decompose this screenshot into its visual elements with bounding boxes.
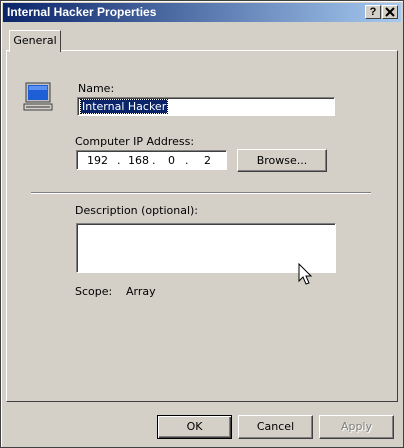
browse-button[interactable]: Browse... (237, 149, 327, 172)
title-bar[interactable]: Internal Hacker Properties ? (3, 3, 401, 22)
apply-button-label: Apply (340, 420, 373, 433)
description-label: Description (optional): (75, 204, 199, 217)
section-divider (31, 192, 371, 194)
scope-value: Array (126, 285, 156, 298)
close-button[interactable] (382, 5, 398, 19)
name-label: Name: (78, 82, 114, 95)
computer-icon (23, 82, 53, 111)
ok-button-label: OK (186, 420, 203, 433)
browse-button-label: Browse... (256, 154, 308, 167)
window-title: Internal Hacker Properties (7, 5, 157, 19)
tab-general[interactable]: General (9, 30, 61, 52)
ip-separator: . (117, 154, 121, 167)
help-button[interactable]: ? (365, 5, 381, 19)
cancel-button-label: Cancel (256, 420, 295, 433)
name-field-value: Internal Hacker (79, 99, 169, 114)
ip-octet-2: 168 (128, 154, 149, 167)
ip-label: Computer IP Address: (75, 135, 195, 148)
name-label-text: Name: (78, 82, 115, 95)
ip-separator: . (185, 154, 189, 167)
ip-octet-1: 192 (87, 154, 108, 167)
ok-button[interactable]: OK (157, 415, 232, 439)
tab-general-label: General (13, 34, 57, 47)
cancel-button[interactable]: Cancel (238, 415, 313, 439)
apply-button[interactable]: Apply (319, 415, 394, 439)
name-field[interactable]: Internal Hacker (77, 97, 335, 116)
scope-label: Scope: (75, 285, 113, 298)
description-field[interactable] (76, 223, 336, 273)
close-icon (385, 7, 395, 17)
ip-octet-3: 0 (168, 154, 175, 167)
ip-address-field[interactable]: 192 . 168 . 0 . 2 (76, 150, 227, 170)
ip-octet-4: 2 (204, 154, 211, 167)
ip-separator: . (152, 154, 156, 167)
properties-dialog: Internal Hacker Properties ? General Nam… (0, 0, 404, 448)
mouse-pointer-icon (298, 263, 313, 285)
